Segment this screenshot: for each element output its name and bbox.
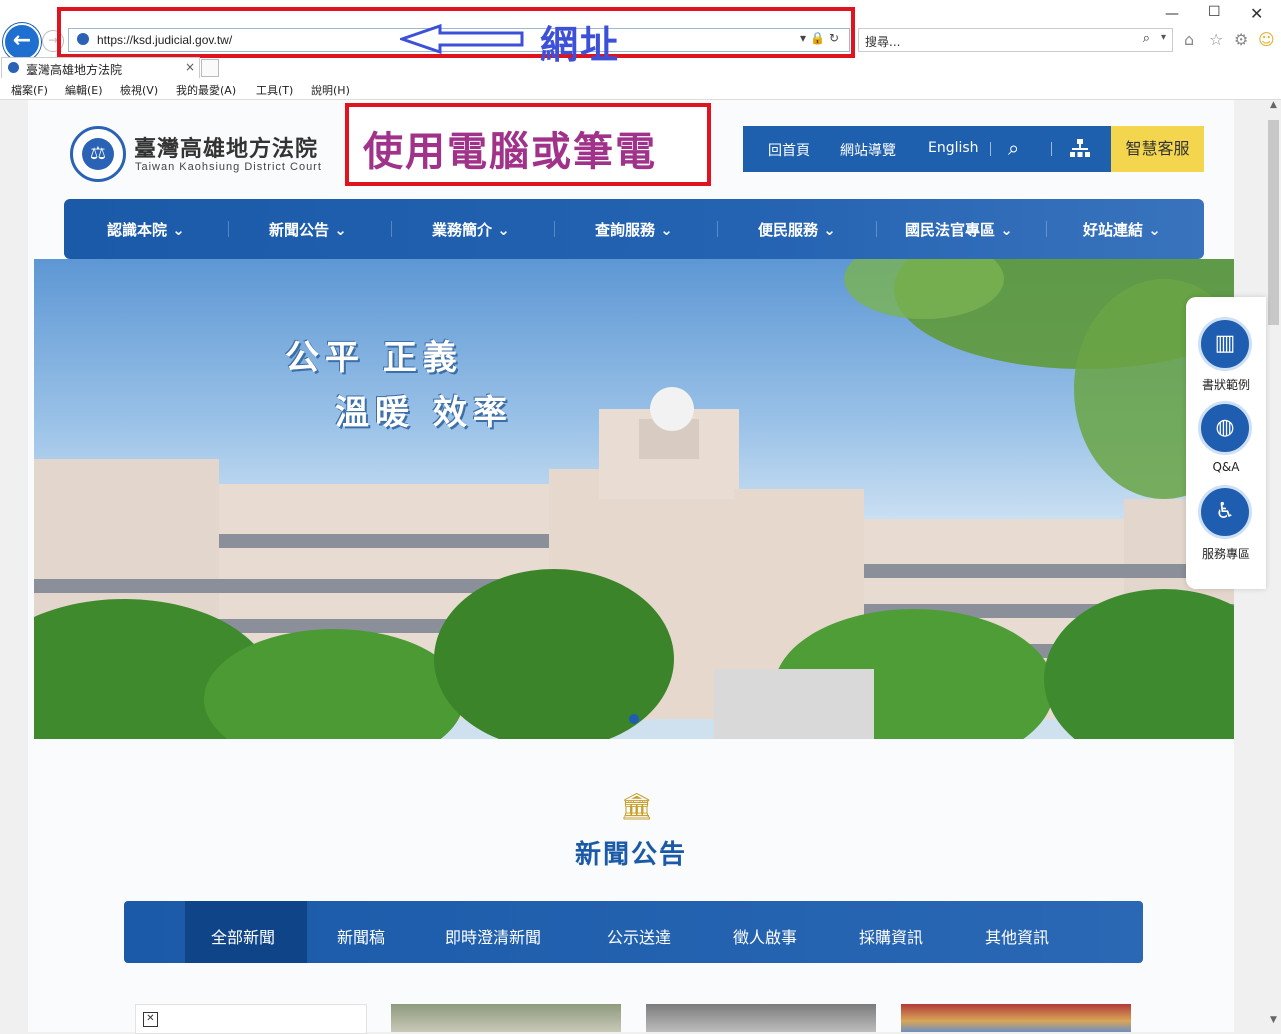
qa-globe-icon[interactable]: ◍ [1198,401,1252,455]
back-button[interactable]: ← [3,23,41,61]
scales-icon: ⚖ [82,138,114,170]
home-link[interactable]: 回首頁 [768,140,810,160]
scroll-up-icon[interactable]: ▲ [1266,100,1281,116]
gear-icon[interactable]: ⚙ [1234,30,1248,49]
nav-citizen-judge[interactable]: 國民法官專區 ⌄ [905,219,1013,240]
news-card-image[interactable] [646,1004,876,1032]
menu-edit[interactable]: 編輯(E) [65,82,103,98]
sidebar-label-samples[interactable]: 書狀範例 [1186,376,1266,393]
search-icon[interactable]: ⌕ [1008,136,1019,160]
search-icon[interactable]: ⌕ [1143,31,1150,46]
menu-tools[interactable]: 工具(T) [256,82,293,98]
maximize-button[interactable]: ☐ [1208,4,1221,20]
tab-procurement[interactable]: 採購資訊 [859,924,923,948]
tab-public-notice[interactable]: 公示送達 [607,924,671,948]
news-heading: 新聞公告 [575,840,688,870]
sitemap-icon[interactable] [1070,139,1090,159]
news-tabs: 全部新聞 新聞稿 即時澄清新聞 公示送達 徵人啟事 採購資訊 其他資訊 [124,901,1143,963]
hero-slogan-line2: 溫暖 效率 [335,393,513,433]
site-subtitle: Taiwan Kaohsiung District Court [135,161,322,173]
scrollbar-thumb[interactable] [1268,120,1279,325]
menu-file[interactable]: 檔案(F) [11,82,48,98]
device-annotation-label: 使用電腦或筆電 [363,129,657,175]
tab-all-news[interactable]: 全部新聞 [211,924,275,948]
site-title[interactable]: 臺灣高雄地方法院 [134,131,318,163]
nav-about[interactable]: 認識本院 ⌄ [107,219,185,240]
main-nav: 認識本院 ⌄ 新聞公告 ⌄ 業務簡介 ⌄ 查詢服務 ⌄ 便民服務 ⌄ 國民法官專… [64,199,1204,259]
divider [717,221,718,237]
left-arrow-annotation-icon [400,24,524,54]
divider [1051,142,1052,156]
menu-bar: 檔案(F) 編輯(E) 檢視(V) 我的最愛(A) 工具(T) 說明(H) [0,78,1281,100]
tab-other-info[interactable]: 其他資訊 [985,924,1049,948]
court-logo[interactable]: ⚖ [70,126,126,182]
close-window-button[interactable]: ✕ [1250,4,1263,23]
browser-tab[interactable]: 臺灣高雄地方法院 × [1,57,200,78]
chevron-down-icon[interactable]: ▾ [1161,32,1166,43]
nav-business[interactable]: 業務簡介 ⌄ [432,219,510,240]
sidebar-label-service[interactable]: 服務專區 [1186,545,1266,562]
device-annotation-box: 使用電腦或筆電 [345,103,711,186]
smiley-feedback-icon[interactable]: ☺ [1258,30,1275,49]
news-card-image[interactable] [391,1004,621,1032]
english-link[interactable]: English [928,140,979,156]
columns-icon: 🏛 [620,792,654,822]
hero-slogan-line1: 公平 正義 [285,338,463,378]
nav-query[interactable]: 查詢服務 ⌄ [595,219,673,240]
smart-service-button[interactable]: 智慧客服 [1111,126,1204,172]
nav-links[interactable]: 好站連結 ⌄ [1083,219,1161,240]
url-annotation-label: 網址 [540,23,621,67]
broken-image-icon: ✕ [143,1012,158,1027]
utility-nav: 回首頁 網站導覽 English ⌕ [743,126,1111,172]
tab-favicon-icon [8,62,19,73]
browser-chrome: — ☐ ✕ ← → https://ksd.judicial.gov.tw/ ▾… [0,0,1281,100]
minimize-button[interactable]: — [1165,6,1179,22]
menu-view[interactable]: 檢視(V) [120,82,158,98]
back-arrow-icon: ← [12,28,32,53]
news-card-image[interactable] [901,1004,1131,1032]
nav-news[interactable]: 新聞公告 ⌄ [269,219,347,240]
new-tab-button[interactable] [201,59,219,77]
divider [1046,221,1047,237]
sitemap-link[interactable]: 網站導覽 [840,140,896,160]
nav-public-service[interactable]: 便民服務 ⌄ [758,219,836,240]
hero-banner[interactable] [34,259,1234,739]
menu-help[interactable]: 說明(H) [311,82,350,98]
floating-sidebar: ▥ 書狀範例 ◍ Q&A ♿ 服務專區 [1186,297,1266,589]
home-icon[interactable]: ⌂ [1184,30,1194,49]
divider [876,221,877,237]
search-placeholder: 搜尋... [865,35,901,49]
favorites-star-icon[interactable]: ☆ [1209,30,1223,49]
divider [391,221,392,237]
court-building-image [34,259,1234,739]
tab-close-icon[interactable]: × [185,60,195,74]
scroll-down-icon[interactable]: ▼ [1266,1015,1281,1031]
menu-favorites[interactable]: 我的最愛(A) [176,82,236,98]
tab-title: 臺灣高雄地方法院 [26,63,123,77]
tab-recruitment[interactable]: 徵人啟事 [733,924,797,948]
carousel-dot[interactable] [629,714,639,724]
browser-search-input[interactable]: 搜尋... ⌕ ▾ [858,28,1173,52]
tab-press-release[interactable]: 新聞稿 [337,924,385,948]
service-person-icon[interactable]: ♿ [1198,485,1252,539]
document-samples-icon[interactable]: ▥ [1198,317,1252,371]
divider [554,221,555,237]
news-card[interactable] [135,1004,367,1034]
divider [990,142,991,156]
sidebar-label-qa[interactable]: Q&A [1186,460,1266,474]
tab-clarification[interactable]: 即時澄清新聞 [445,924,541,948]
divider [228,221,229,237]
